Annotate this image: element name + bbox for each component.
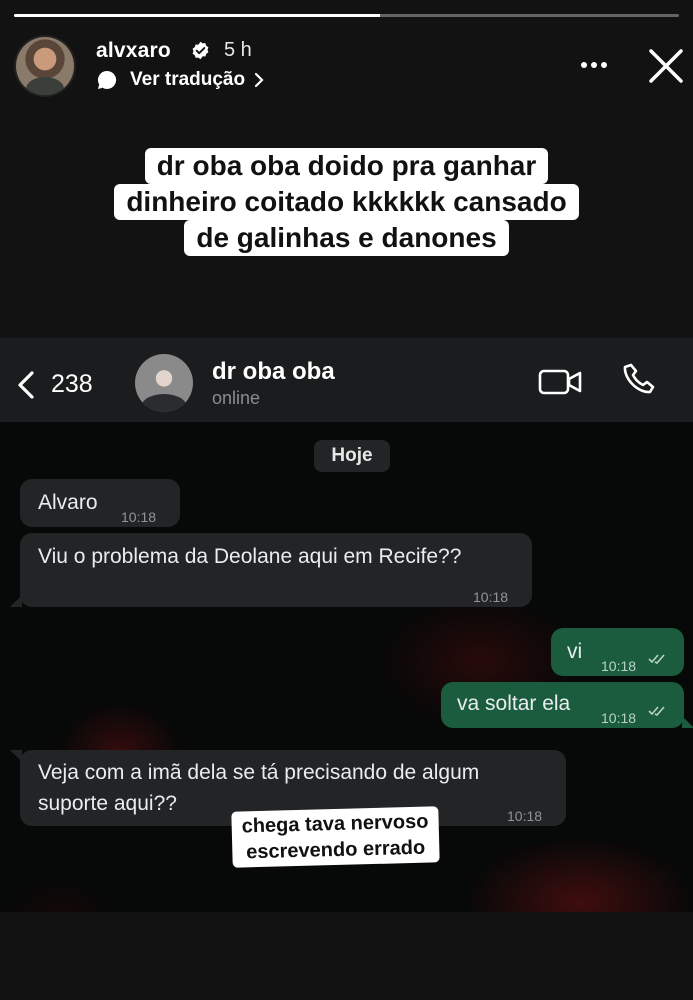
- username[interactable]: alvxaro: [96, 39, 171, 63]
- contact-avatar[interactable]: [135, 354, 193, 412]
- more-options-icon[interactable]: [578, 52, 610, 78]
- message-time: 10:18: [601, 658, 637, 674]
- caption-line: dr oba oba doido pra ganhar: [144, 148, 549, 184]
- message-time: 10:18: [473, 589, 509, 605]
- message-time: 10:18: [121, 509, 157, 525]
- message-text-line: suporte aqui??: [38, 792, 177, 815]
- speech-bubble-icon: [97, 70, 117, 89]
- sticker-line: escrevendo errado: [245, 836, 426, 864]
- message-text: vi: [567, 640, 583, 663]
- caption-line: dinheiro coitado kkkkkk cansado: [114, 184, 579, 220]
- message-text: Alvaro: [38, 491, 98, 514]
- avatar[interactable]: [16, 37, 74, 95]
- contact-status: online: [212, 388, 261, 408]
- caption-line: de galinhas e danones: [184, 220, 509, 256]
- date-separator: Hoje: [314, 440, 390, 472]
- translate-label: Ver tradução: [130, 69, 246, 90]
- verified-badge-icon: [192, 41, 209, 60]
- video-call-icon[interactable]: [538, 368, 583, 396]
- story-progress-bar: [14, 14, 679, 17]
- message-time: 10:18: [601, 710, 637, 726]
- message-text: va soltar ela: [457, 692, 571, 715]
- message-time: 10:18: [507, 808, 543, 824]
- chat-header: 238 dr oba oba online: [0, 338, 693, 422]
- phone-call-icon[interactable]: [622, 362, 658, 398]
- post-time: 5 h: [224, 39, 252, 61]
- translate-button[interactable]: Ver tradução: [96, 68, 265, 92]
- message-bubble-outgoing[interactable]: va soltar ela 10:18: [441, 682, 684, 728]
- contact-name[interactable]: dr oba oba: [212, 358, 335, 386]
- story-header: alvxaro 5 h Ver tradução: [0, 30, 693, 100]
- message-bubble-incoming[interactable]: Alvaro 10:18: [20, 479, 180, 527]
- close-icon[interactable]: [646, 46, 686, 86]
- chevron-right-icon: [255, 72, 264, 88]
- chat-thread: Hoje Alvaro 10:18 Viu o problema da Deol…: [0, 422, 693, 912]
- double-check-icon: [648, 654, 665, 664]
- text-sticker: chega tava nervoso escrevendo errado: [231, 806, 440, 868]
- story-caption: dr oba oba doido pra ganhar dinheiro coi…: [0, 148, 693, 256]
- unread-count[interactable]: 238: [51, 370, 93, 399]
- message-text-line: Veja com a imã dela se tá precisando de …: [38, 761, 480, 784]
- message-text: Viu o problema da Deolane aqui em Recife…: [38, 545, 462, 568]
- chat-screenshot: 238 dr oba oba online Hoje Alvaro 10:18 …: [0, 338, 693, 912]
- message-bubble-incoming[interactable]: Viu o problema da Deolane aqui em Recife…: [20, 533, 532, 607]
- back-arrow-icon[interactable]: [16, 370, 36, 400]
- story-progress-fill: [14, 14, 380, 17]
- message-bubble-outgoing[interactable]: vi 10:18: [551, 628, 684, 676]
- double-check-icon: [648, 706, 665, 716]
